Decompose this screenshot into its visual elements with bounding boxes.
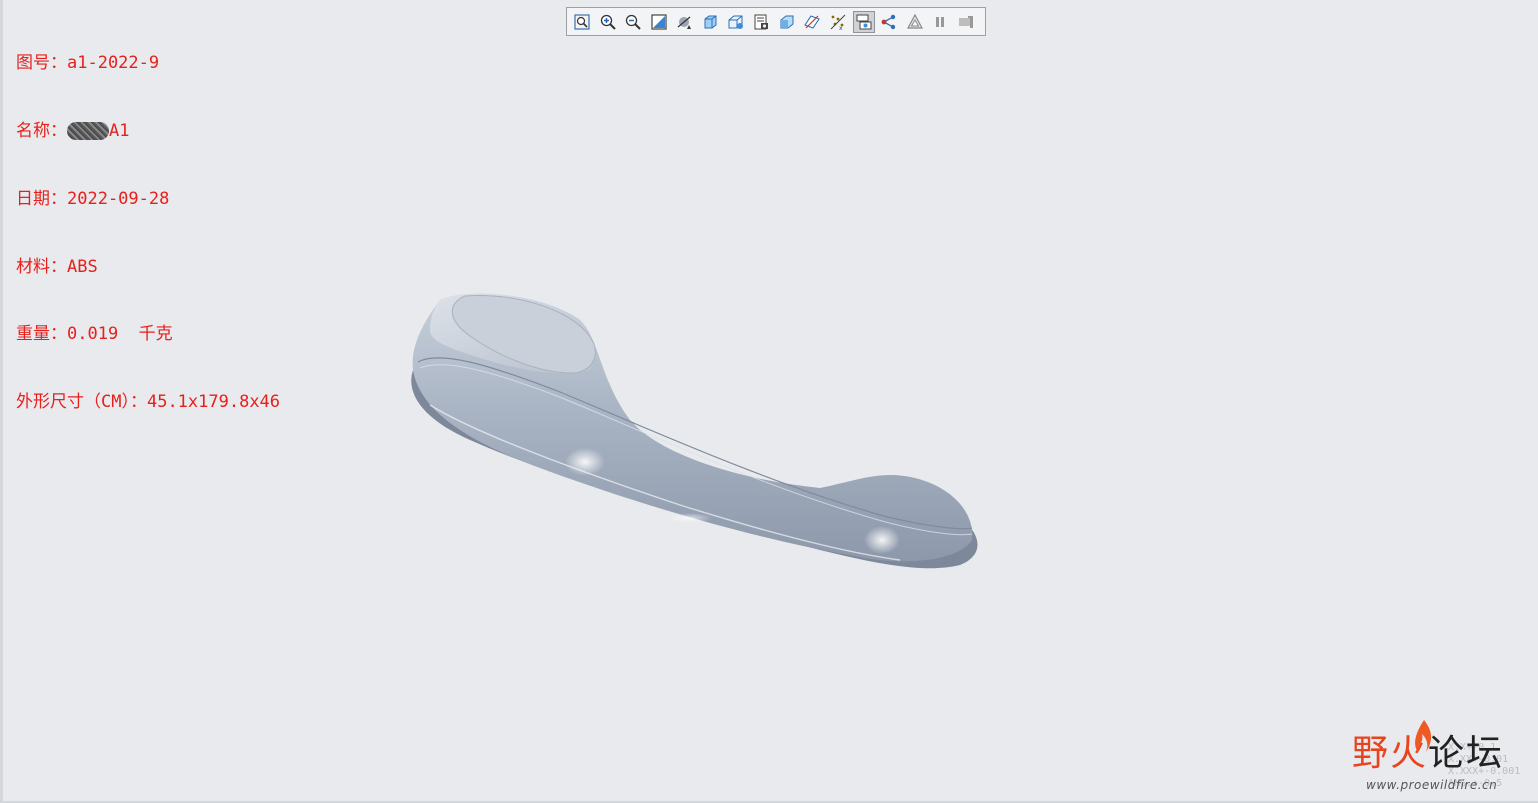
flame-icon — [1415, 720, 1432, 752]
refit-icon — [574, 13, 590, 30]
perspective-button[interactable] — [673, 11, 695, 33]
pause-button[interactable] — [929, 11, 951, 33]
mesh-button[interactable] — [904, 11, 926, 33]
connection-button[interactable] — [878, 11, 900, 33]
connection-icon — [881, 14, 896, 29]
refit-button[interactable] — [571, 11, 593, 33]
view-manager-button[interactable] — [750, 11, 772, 33]
section-icon — [780, 15, 794, 28]
zoom-in-icon — [600, 14, 616, 30]
section-button[interactable] — [776, 11, 798, 33]
perspective-icon — [677, 16, 692, 29]
annotation-display-button[interactable]: x — [827, 11, 849, 33]
part-material: 材料：ABS — [16, 256, 98, 277]
zoom-out-button[interactable] — [622, 11, 644, 33]
part-date: 日期：2022-09-28 — [16, 188, 170, 209]
window-left-border — [0, 0, 3, 803]
annotation-display-icon: x — [830, 14, 846, 31]
spin-center-button[interactable] — [852, 10, 875, 33]
repaint-button[interactable] — [648, 11, 670, 33]
zoom-out-icon — [626, 14, 641, 30]
part-name: 名称： A1 — [16, 120, 280, 143]
redacted-blur — [67, 121, 109, 140]
spin-center-icon — [856, 14, 872, 29]
svg-text:x: x — [839, 25, 843, 31]
view-manager-icon — [754, 14, 769, 29]
repaint-icon — [651, 13, 667, 30]
drawing-number: 图号：a1-2022-9 — [16, 53, 160, 74]
display-style-button[interactable] — [699, 11, 721, 33]
graphics-toolbar: x — [566, 7, 986, 36]
part-info-block: 图号：a1-2022-9 名称： A1 日期：2022-09-28 材料：ABS … — [16, 7, 280, 459]
zoom-in-button[interactable] — [597, 11, 619, 33]
part-weight: 重量：0.019 千克 — [16, 324, 173, 345]
graphics-window[interactable]: 图号：a1-2022-9 名称： A1 日期：2022-09-28 材料：ABS … — [0, 0, 1538, 803]
part-dimensions: 外形尺寸（CM）：45.1x179.8x46 — [16, 392, 281, 413]
datum-display-button[interactable] — [801, 11, 823, 33]
saved-orientations-button[interactable] — [725, 11, 747, 33]
part-name-label: 名称： — [16, 120, 67, 141]
view-extra-icon — [958, 15, 973, 28]
mesh-icon — [906, 13, 923, 29]
site-watermark: 野火论坛 www.proewildfire.cn — [1350, 716, 1535, 800]
model-3d-handle[interactable] — [400, 285, 990, 585]
saved-orientations-icon — [728, 15, 743, 29]
view-extra-button[interactable] — [955, 11, 977, 33]
datum-display-icon — [804, 14, 821, 29]
pause-icon — [936, 16, 945, 27]
display-style-icon — [704, 15, 717, 28]
part-name-value: A1 — [109, 120, 130, 141]
watermark-url: www.proewildfire.cn — [1366, 778, 1498, 792]
watermark-title-part2: 论坛 — [1428, 733, 1505, 774]
